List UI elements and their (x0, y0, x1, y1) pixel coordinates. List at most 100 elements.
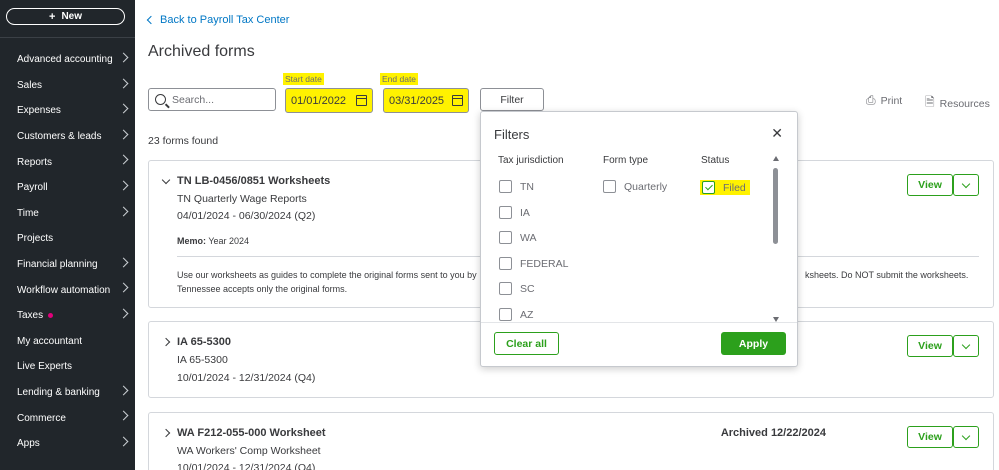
jurisdiction-ia-checkbox[interactable]: IA (499, 206, 530, 219)
sidebar-item-sales[interactable]: Sales (0, 73, 135, 99)
filters-title: Filters (494, 127, 530, 142)
chevron-right-icon (118, 385, 129, 396)
sidebar-divider (0, 37, 135, 38)
chevron-right-icon (118, 436, 129, 447)
status-highlight: Filed (700, 180, 750, 195)
sidebar-item-label: Lending & banking (17, 387, 100, 399)
view-button[interactable]: View (907, 426, 953, 448)
form-memo: Memo: Year 2024 (177, 236, 249, 246)
form-title: TN LB-0456/0851 Worksheets (177, 175, 331, 187)
sidebar-item-label: Taxes (17, 310, 44, 322)
sidebar-item-commerce[interactable]: Commerce (0, 405, 135, 431)
printer-icon: ⎙ (866, 93, 876, 107)
resources-button[interactable]: 🗎 Resources (925, 93, 990, 114)
memo-label: Memo: (177, 236, 206, 246)
view-options-button[interactable] (953, 174, 979, 196)
checkbox-label: FEDERAL (520, 257, 569, 270)
checkbox[interactable] (499, 308, 512, 321)
sidebar-item-financial-planning[interactable]: Financial planning (0, 252, 135, 278)
checkbox[interactable] (499, 180, 512, 193)
sidebar-item-lending-banking[interactable]: Lending & banking (0, 380, 135, 406)
sidebar-item-taxes[interactable]: Taxes (0, 303, 135, 329)
start-date-field[interactable]: 01/01/2022 (285, 88, 373, 113)
view-options-button[interactable] (953, 426, 979, 448)
col-tax-jurisdiction: Tax jurisdiction (498, 155, 564, 166)
note-left: Use our worksheets as guides to complete… (177, 270, 477, 280)
chevron-right-icon[interactable] (161, 337, 171, 347)
new-button[interactable]: + New (6, 8, 125, 25)
jurisdiction-tn-checkbox[interactable]: TN (499, 180, 534, 193)
scrollbar[interactable] (772, 156, 780, 322)
resources-label: Resources (939, 97, 990, 110)
sidebar-nav: Advanced accounting Sales Expenses Custo… (0, 47, 135, 457)
form-subtitle: IA 65-5300 (177, 354, 228, 366)
end-date-field[interactable]: 03/31/2025 (383, 88, 469, 113)
sidebar-item-live-experts[interactable]: Live Experts (0, 354, 135, 380)
sidebar-item-my-accountant[interactable]: My accountant (0, 329, 135, 355)
print-label: Print (880, 94, 903, 107)
chevron-right-icon (118, 180, 129, 191)
calendar-icon[interactable] (356, 95, 367, 106)
checkbox[interactable] (499, 231, 512, 244)
checkbox[interactable] (499, 206, 512, 219)
sidebar-item-label: Reports (17, 156, 53, 168)
sidebar-item-label: Advanced accounting (17, 54, 113, 66)
checkmark-icon (704, 182, 713, 191)
form-card: WA F212-055-000 Worksheet WA Workers' Co… (148, 412, 994, 470)
chevron-right-icon (118, 257, 129, 268)
search-placeholder: Search... (172, 93, 215, 106)
form-period: 10/01/2024 - 12/31/2024 (Q4) (177, 462, 316, 470)
sidebar-item-reports[interactable]: Reports (0, 149, 135, 175)
checkbox[interactable] (499, 282, 512, 295)
close-icon[interactable]: ✕ (771, 125, 783, 142)
jurisdiction-federal-checkbox[interactable]: FEDERAL (499, 257, 568, 270)
sidebar-item-label: Sales (17, 79, 43, 91)
chevron-right-icon (118, 78, 129, 89)
chevron-down-icon (961, 179, 971, 188)
clear-all-button[interactable]: Clear all (494, 332, 559, 355)
chevron-down-icon[interactable] (161, 175, 171, 185)
scroll-up-arrow-icon[interactable] (773, 156, 779, 161)
notification-dot-icon (48, 313, 54, 319)
print-button[interactable]: ⎙ Print (866, 93, 902, 108)
chevron-down-icon (961, 431, 971, 440)
col-status: Status (701, 155, 730, 166)
archived-date: Archived 12/22/2024 (720, 427, 826, 439)
plus-icon: + (49, 10, 56, 23)
checkbox-label: TN (520, 180, 534, 193)
view-button[interactable]: View (907, 335, 953, 357)
filter-button[interactable]: Filter (480, 88, 544, 111)
sidebar-item-payroll[interactable]: Payroll (0, 175, 135, 201)
sidebar-item-label: Customers & leads (17, 131, 102, 143)
start-date-label: Start date (283, 73, 324, 85)
status-filed-checkbox[interactable]: Filed (700, 180, 750, 195)
calendar-icon[interactable] (452, 95, 463, 106)
sidebar-item-expenses[interactable]: Expenses (0, 98, 135, 124)
checkbox-checked[interactable] (702, 181, 715, 194)
search-input[interactable]: Search... (148, 88, 276, 111)
sidebar-item-apps[interactable]: Apps (0, 431, 135, 457)
back-link[interactable]: Back to Payroll Tax Center (146, 14, 290, 26)
apply-button[interactable]: Apply (721, 332, 786, 355)
sidebar-item-time[interactable]: Time (0, 201, 135, 227)
checkbox-label: Filed (723, 181, 746, 194)
checkbox[interactable] (499, 257, 512, 270)
jurisdiction-wa-checkbox[interactable]: WA (499, 231, 537, 244)
results-count: 23 forms found (148, 135, 219, 147)
sidebar-item-advanced-accounting[interactable]: Advanced accounting (0, 47, 135, 73)
scrollbar-thumb[interactable] (773, 168, 778, 244)
jurisdiction-sc-checkbox[interactable]: SC (499, 282, 535, 295)
view-options-button[interactable] (953, 335, 979, 357)
sidebar-item-customers-leads[interactable]: Customers & leads (0, 124, 135, 150)
checkbox[interactable] (603, 180, 616, 193)
sidebar-item-workflow-automation[interactable]: Workflow automation (0, 277, 135, 303)
chevron-right-icon[interactable] (161, 428, 171, 438)
jurisdiction-az-checkbox[interactable]: AZ (499, 308, 533, 321)
end-date-value: 03/31/2025 (389, 94, 445, 107)
view-button[interactable]: View (907, 174, 953, 196)
note-line2: Tennessee accepts only the original form… (177, 284, 348, 294)
form-type-quarterly-checkbox[interactable]: Quarterly (603, 180, 667, 193)
back-link-label: Back to Payroll Tax Center (160, 14, 290, 26)
start-date-value: 01/01/2022 (291, 94, 347, 107)
sidebar-item-projects[interactable]: Projects (0, 226, 135, 252)
